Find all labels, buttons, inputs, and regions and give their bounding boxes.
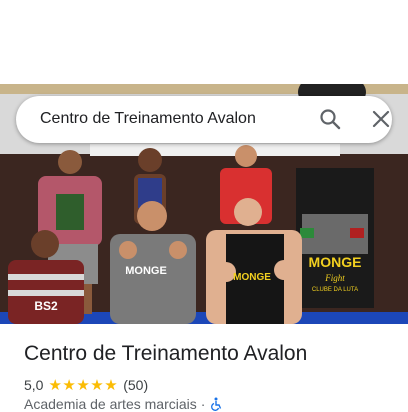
review-count[interactable]: (50) <box>123 377 148 393</box>
place-title: Centro de Treinamento Avalon <box>24 342 308 365</box>
rating-row[interactable]: 5,0 ★★★★★ (50) <box>24 376 148 394</box>
map-top-area <box>0 0 408 84</box>
place-info-panel[interactable]: Centro de Treinamento Avalon 5,0 ★★★★★ (… <box>0 324 408 412</box>
category-row: Academia de artes marciais · <box>24 396 223 412</box>
shirt-left-text: BS2 <box>34 299 58 313</box>
category-separator: · <box>200 396 206 412</box>
place-category: Academia de artes marciais <box>24 396 197 412</box>
banner-sub-text: Fight <box>324 273 345 283</box>
shirt-center-text: MONGE <box>125 265 167 277</box>
banner-caption-text: CLUBE DA LUTA <box>312 287 358 293</box>
rating-value: 5,0 <box>24 377 44 393</box>
search-bar[interactable]: Centro de Treinamento Avalon <box>16 96 392 143</box>
shirt-right-text: MONGE <box>233 272 271 283</box>
rating-stars: ★★★★★ <box>48 377 119 394</box>
banner-brand-text: MONGE <box>309 254 362 270</box>
close-icon[interactable] <box>369 107 393 131</box>
wheelchair-icon <box>211 397 222 411</box>
search-icon[interactable] <box>318 107 342 131</box>
search-query[interactable]: Centro de Treinamento Avalon <box>40 110 256 128</box>
